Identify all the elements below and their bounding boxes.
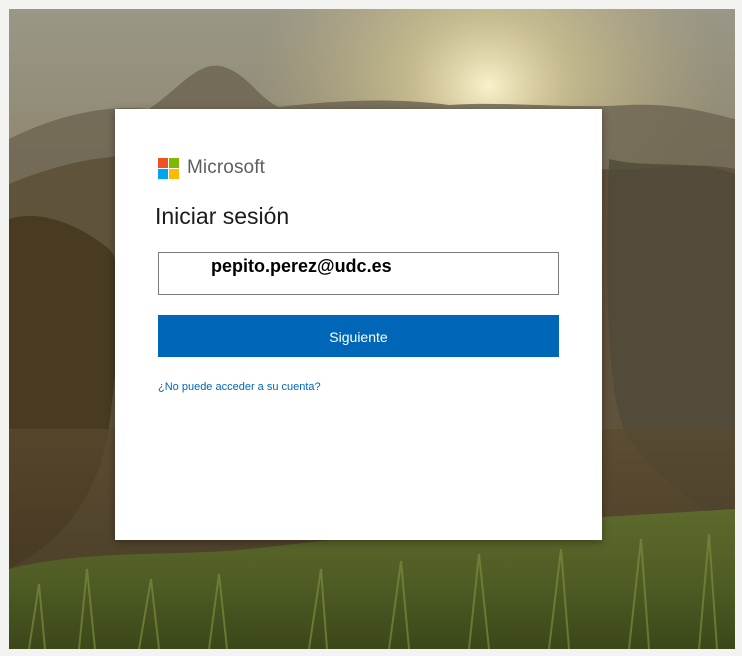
logo-yellow-square xyxy=(169,168,179,179)
page-title: Iniciar sesión xyxy=(155,203,290,229)
logo-green-square xyxy=(169,157,179,168)
next-button[interactable]: Siguiente xyxy=(158,315,559,357)
brand-name: Microsoft xyxy=(187,157,265,178)
email-value: pepito.perez@udc.es xyxy=(211,256,392,276)
logo-red-square xyxy=(158,157,168,168)
sign-in-card: Microsoft Iniciar sesión pepito.perez@ud… xyxy=(115,109,602,540)
screenshot-frame: Microsoft Iniciar sesión pepito.perez@ud… xyxy=(0,0,742,656)
logo-blue-square xyxy=(158,168,168,179)
email-field[interactable]: pepito.perez@udc.es xyxy=(158,252,559,295)
microsoft-logo-icon xyxy=(158,157,179,179)
cant-access-account-link[interactable]: ¿No puede acceder a su cuenta? xyxy=(158,381,321,393)
brand-header: Microsoft xyxy=(158,154,265,182)
